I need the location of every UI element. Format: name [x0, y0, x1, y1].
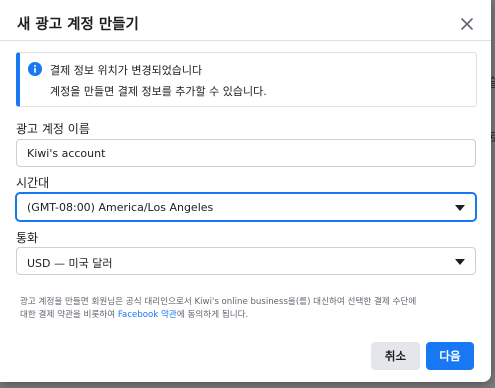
terms-disclaimer: 광고 계정을 만들면 회원님은 공식 대리인으로서 Kiwi's online …	[20, 296, 475, 322]
facebook-terms-link[interactable]: Facebook 약관	[118, 310, 177, 320]
close-icon	[461, 18, 473, 30]
billing-notice: 결제 정보 위치가 변경되었습니다 계정을 만들면 결제 정보를 추가할 수 있…	[16, 52, 477, 107]
notice-body: 계정을 만들면 결제 정보를 추가할 수 있습니다.	[50, 85, 267, 98]
disclaimer-text: 대한 결제 약관을 비롯하여	[20, 310, 118, 320]
title-divider	[0, 40, 491, 41]
info-icon	[28, 62, 42, 76]
currency-label: 통화	[16, 231, 39, 245]
timezone-value: (GMT-08:00) America/Los Angeles	[27, 201, 214, 214]
account-name-field[interactable]	[16, 139, 476, 167]
dialog-title: 새 광고 계정 만들기	[17, 17, 139, 33]
account-name-input[interactable]	[17, 140, 475, 166]
disclaimer-text: 광고 계정을 만들면 회원님은 공식 대리인으로서 Kiwi's online …	[20, 297, 417, 307]
account-name-label: 광고 계정 이름	[16, 122, 90, 136]
notice-title: 결제 정보 위치가 변경되었습니다	[50, 64, 203, 77]
disclaimer-text: 에 동의하게 됩니다.	[176, 310, 249, 320]
next-button[interactable]: 다음	[426, 342, 474, 370]
timezone-label: 시간대	[16, 176, 50, 190]
close-button[interactable]	[455, 12, 479, 36]
caret-down-icon	[455, 259, 465, 265]
currency-select[interactable]: USD — 미국 달러	[16, 247, 476, 275]
cancel-button[interactable]: 취소	[371, 342, 420, 370]
caret-down-icon	[455, 205, 465, 211]
currency-value: USD — 미국 달러	[27, 257, 113, 270]
create-ad-account-dialog: 새 광고 계정 만들기 결제 정보 위치가 변경되었습니다 계정을 만들면 결제…	[0, 0, 491, 382]
timezone-select[interactable]: (GMT-08:00) America/Los Angeles	[16, 193, 476, 221]
